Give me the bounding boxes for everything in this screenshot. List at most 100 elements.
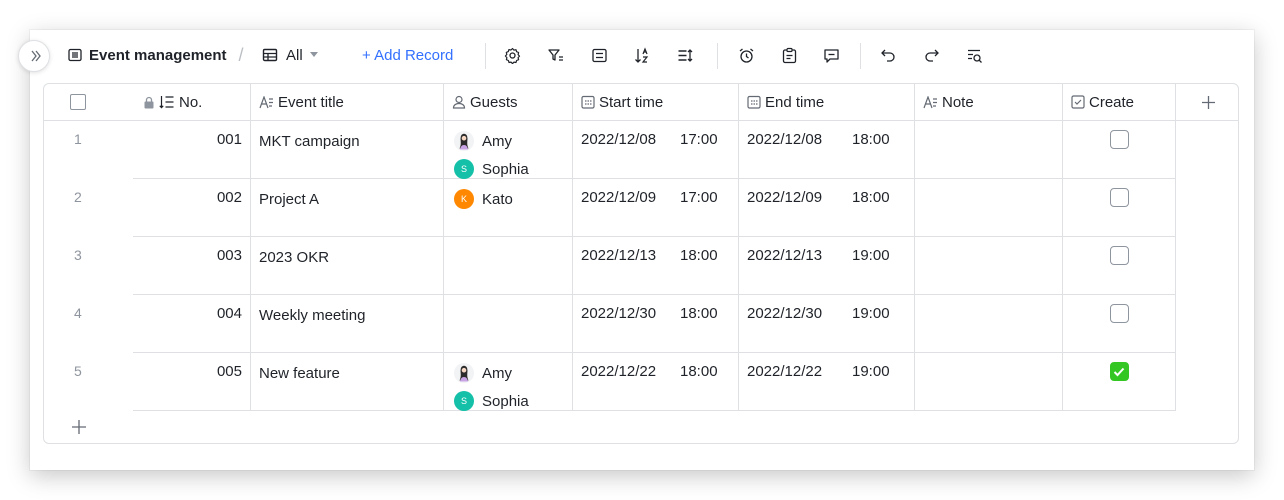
checkbox-field-icon [1071,95,1085,109]
cell-guests[interactable] [444,295,573,353]
view-selector[interactable]: All [258,43,321,67]
cell-note[interactable] [915,295,1063,353]
cell-end-time[interactable]: 2022/12/22 19:00 [739,353,915,411]
end-date: 2022/12/30 [747,305,823,322]
add-record-button[interactable]: + Add Record [362,43,453,67]
sort-icon[interactable] [630,43,654,67]
column-header-guests-label: Guests [470,93,518,111]
column-header-no[interactable]: No. [133,84,251,121]
create-checkbox[interactable] [1109,304,1129,323]
alarm-clock-icon[interactable] [734,43,758,67]
row-index: 1 [74,131,82,147]
cell-end-time[interactable]: 2022/12/09 18:00 [739,179,915,237]
guest-chip[interactable]: Amy [454,127,572,155]
end-time: 19:00 [852,363,890,380]
add-record-label: + Add Record [362,46,454,64]
cell-end-time[interactable]: 2022/12/30 19:00 [739,295,915,353]
cell-no[interactable]: 001 [133,121,251,179]
cell-event-title-value: MKT campaign [259,133,360,150]
cell-guests[interactable]: Amy S Sophia [444,121,573,179]
cell-guests[interactable] [444,237,573,295]
cell-no-value: 001 [216,131,242,148]
create-checkbox[interactable] [1109,246,1129,265]
cell-event-title[interactable]: 2023 OKR [251,237,444,295]
cell-create[interactable] [1063,121,1176,179]
create-checkbox[interactable] [1109,362,1129,381]
cell-start-time[interactable]: 2022/12/30 18:00 [573,295,739,353]
cell-event-title[interactable]: Weekly meeting [251,295,444,353]
cell-create[interactable] [1063,237,1176,295]
column-header-no-label: No. [179,93,203,111]
start-date: 2022/12/13 [581,247,657,264]
expand-sidebar-button[interactable] [18,40,50,72]
table-row[interactable]: 4 004 Weekly meeting 2022/12/30 18:00 20… [44,295,1238,353]
guest-chip[interactable]: K Kato [454,185,572,213]
create-checkbox[interactable] [1109,188,1129,207]
toolbar-divider [717,43,718,69]
group-icon[interactable] [587,43,611,67]
cell-guests[interactable]: Amy S Sophia [444,353,573,411]
cell-event-title[interactable]: MKT campaign [251,121,444,179]
column-header-guests[interactable]: Guests [444,84,573,121]
avatar [454,363,474,383]
column-header-event-title[interactable]: Event title [251,84,444,121]
guest-name: Sophia [482,392,529,410]
add-column-button[interactable] [1176,84,1238,121]
breadcrumb[interactable]: Event management / [63,43,244,67]
table-row[interactable]: 2 002 Project A K Kato 2022/12/09 17:00 2… [44,179,1238,237]
cell-event-title-value: Project A [259,191,320,208]
cell-start-time[interactable]: 2022/12/09 17:00 [573,179,739,237]
cell-start-time[interactable]: 2022/12/22 18:00 [573,353,739,411]
double-chevron-right-icon [31,50,41,62]
comment-icon[interactable] [819,43,843,67]
column-header-start-time[interactable]: Start time [573,84,739,121]
table-row[interactable]: 3 003 2023 OKR 2022/12/13 18:00 2022/12/… [44,237,1238,295]
column-header-create[interactable]: Create [1063,84,1176,121]
guest-chip[interactable]: S Sophia [454,387,572,415]
cell-create[interactable] [1063,353,1176,411]
create-checkbox[interactable] [1109,130,1129,149]
start-time: 18:00 [680,305,718,322]
row-height-icon[interactable] [673,43,697,67]
table-row[interactable]: 5 005 New feature Amy S Sophia 2022/12/22 … [44,353,1238,411]
undo-icon[interactable] [876,43,900,67]
data-table: No. Event title Guests Start time End ti… [43,83,1239,444]
cell-end-time[interactable]: 2022/12/08 18:00 [739,121,915,179]
select-all-checkbox[interactable] [70,94,86,110]
guest-chip[interactable]: Amy [454,359,572,387]
cell-start-time[interactable]: 2022/12/08 17:00 [573,121,739,179]
cell-no-value: 002 [216,189,242,206]
cell-start-time[interactable]: 2022/12/13 18:00 [573,237,739,295]
cell-note[interactable] [915,179,1063,237]
column-header-note[interactable]: Note [915,84,1063,121]
guest-name: Sophia [482,160,529,178]
redo-icon[interactable] [919,43,943,67]
cell-no[interactable]: 005 [133,353,251,411]
cell-create[interactable] [1063,295,1176,353]
cell-create[interactable] [1063,179,1176,237]
text-field-icon [923,95,938,109]
cell-guests[interactable]: K Kato [444,179,573,237]
end-date: 2022/12/13 [747,247,823,264]
cell-event-title[interactable]: Project A [251,179,444,237]
toolbar: Event management / All + Add Record [18,30,1254,80]
cell-no[interactable]: 002 [133,179,251,237]
cell-note[interactable] [915,237,1063,295]
cell-event-title[interactable]: New feature [251,353,444,411]
add-row-button[interactable] [68,416,90,438]
column-header-end-time[interactable]: End time [739,84,915,121]
cell-no[interactable]: 003 [133,237,251,295]
avatar: S [454,391,474,411]
search-records-icon[interactable] [962,43,986,67]
settings-icon[interactable] [500,43,524,67]
form-icon[interactable] [777,43,801,67]
cell-no[interactable]: 004 [133,295,251,353]
start-date: 2022/12/22 [581,363,657,380]
table-row[interactable]: 1 001 MKT campaign Amy S Sophia 2022/12/08… [44,121,1238,179]
cell-note[interactable] [915,121,1063,179]
cell-note[interactable] [915,353,1063,411]
calendar-icon [581,95,595,109]
cell-end-time[interactable]: 2022/12/13 19:00 [739,237,915,295]
row-index: 4 [74,305,82,321]
filter-icon[interactable] [543,43,567,67]
